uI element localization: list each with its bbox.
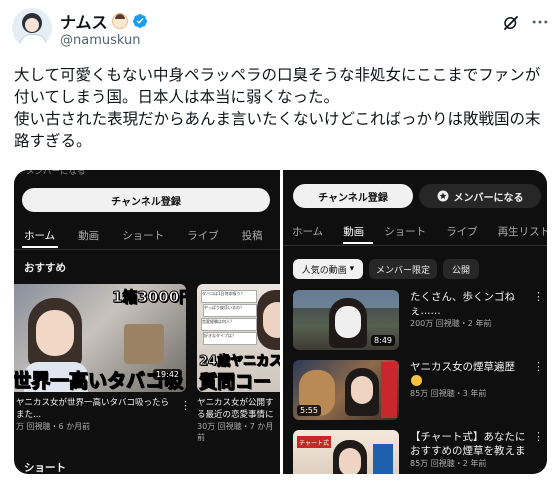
avatar[interactable] xyxy=(12,8,52,48)
question-bubble: やっぱり彼氏いるの？ xyxy=(203,304,257,317)
kebab-icon[interactable]: ⋮ xyxy=(533,360,544,373)
chevron-down-icon: ▾ xyxy=(349,264,355,274)
video-duration: 8:49 xyxy=(371,335,395,346)
chip-members-only[interactable]: メンバー限定 xyxy=(369,259,437,279)
section-shorts: ショート xyxy=(24,462,66,474)
channel-tabs: ホーム 動画 ショート ライブ 再生リスト xyxy=(292,224,547,239)
kebab-icon[interactable]: ⋮ xyxy=(533,290,544,303)
tab-underline xyxy=(22,246,58,248)
tab-shorts[interactable]: ショート xyxy=(384,224,426,239)
video-meta-2: 30万 回視聴・7 か月前 xyxy=(197,422,274,442)
video-thumbnail-1[interactable]: 1箱3000円 世界一高いタバコ吸 19:42 xyxy=(14,284,186,392)
tweet-paragraph-2: 使い古された表現だからあんま言いたくないけどこればっかりは敗戦国の末路すぎる。 xyxy=(14,110,541,150)
channel-tabs: ホーム 動画 ショート ライブ 投稿 xyxy=(24,228,263,243)
tab-shorts[interactable]: ショート xyxy=(122,228,164,243)
thumb2-overlay-top: 24歳ヤニカス xyxy=(198,354,280,370)
chip-popular[interactable]: 人気の動画 ▾ xyxy=(293,259,363,279)
subscribe-button[interactable]: チャンネル登録 xyxy=(22,188,270,212)
video-thumbnail-2[interactable]: タバコは1日何本吸う？ やっぱり彼氏いるの？ 恋愛経験は何人？ 好きなタイプは？… xyxy=(197,284,280,392)
thumb-label: チャート式 xyxy=(297,436,331,448)
face-emoji-icon xyxy=(411,375,422,386)
tab-divider xyxy=(283,245,547,246)
video-title-c[interactable]: 【チャート式】あなたにおすすめの煙草を教えます xyxy=(410,430,528,458)
tab-home[interactable]: ホーム xyxy=(292,224,323,239)
member-button[interactable]: メンバーになる xyxy=(419,184,541,208)
face-emoji-icon xyxy=(111,13,128,29)
video-thumbnail-c[interactable]: チャート式 xyxy=(293,430,399,474)
right-youtube-screenshot[interactable]: チャンネル登録 メンバーになる ホーム 動画 ショート ライブ 再生リスト 人気… xyxy=(283,170,547,474)
video-title-2[interactable]: ヤニカス女が公開する最近の恋愛事情につい... xyxy=(197,397,277,423)
section-recommended: おすすめ xyxy=(24,262,66,274)
tab-videos[interactable]: 動画 xyxy=(78,228,99,243)
tab-live[interactable]: ライブ xyxy=(187,228,219,243)
question-bubble: 好きなタイプは？ xyxy=(203,332,257,345)
left-youtube-screenshot[interactable]: メンバーになる チャンネル登録 ホーム 動画 ショート ライブ 投稿 おすすめ … xyxy=(14,170,280,474)
member-button-label: メンバーになる xyxy=(453,192,524,204)
video-title-b[interactable]: ヤニカス女の煙草遍歴 xyxy=(410,360,528,374)
tweet-text: 大して可愛くもない中身ペラッペラの口臭そうな非処女にここまでファンが付いてしまう… xyxy=(14,64,550,152)
question-bubble: タバコは1日何本吸う？ xyxy=(201,290,257,303)
video-title-a[interactable]: たくさん、歩くンゴねぇ...... xyxy=(410,290,528,318)
tab-videos[interactable]: 動画 xyxy=(343,224,364,239)
tab-playlists[interactable]: 再生リスト xyxy=(498,224,547,239)
display-name[interactable]: ナムス xyxy=(60,9,108,33)
tweet-media[interactable]: メンバーになる チャンネル登録 ホーム 動画 ショート ライブ 投稿 おすすめ … xyxy=(14,170,547,474)
chip-public[interactable]: 公開 xyxy=(443,259,479,279)
video-title-1[interactable]: ヤニカス女が世界一高いタバコ吸ったらまた... xyxy=(16,397,176,421)
more-icon[interactable] xyxy=(530,12,550,32)
thumb1-overlay-top: 1箱3000円 xyxy=(111,288,186,307)
subscribe-button[interactable]: チャンネル登録 xyxy=(293,184,413,208)
thumb2-overlay-bottom: 質問コー xyxy=(199,372,272,393)
video-meta-1: 万 回視聴・6 か月前 xyxy=(16,422,91,431)
author-name-row[interactable]: ナムス xyxy=(60,9,148,33)
tab-home[interactable]: ホーム xyxy=(24,228,55,243)
chip-popular-label: 人気の動画 xyxy=(301,265,347,276)
question-bubble: 恋愛経験は何人？ xyxy=(201,318,257,331)
star-icon xyxy=(437,190,448,202)
video-meta-b: 85万 回視聴・3 年前 xyxy=(410,389,487,398)
top-fragment: メンバーになる xyxy=(26,170,86,177)
video-duration: 19:42 xyxy=(152,369,182,380)
tab-live[interactable]: ライブ xyxy=(446,224,478,239)
kebab-icon[interactable]: ⋮ xyxy=(180,399,191,412)
tab-underline xyxy=(343,242,373,244)
tab-posts[interactable]: 投稿 xyxy=(242,228,263,243)
video-meta-c: 85万 回視聴・2 年前 xyxy=(410,459,487,468)
tab-divider xyxy=(14,249,280,250)
video-meta-a: 200万 回視聴・2 年前 xyxy=(410,319,492,328)
kebab-icon[interactable]: ⋮ xyxy=(533,430,544,443)
video-duration: 5:55 xyxy=(297,405,321,416)
tweet-paragraph-1: 大して可愛くもない中身ペラッペラの口臭そうな非処女にここまでファンが付いてしまう… xyxy=(14,66,541,106)
user-handle[interactable]: @namuskun xyxy=(60,33,141,48)
grok-icon[interactable] xyxy=(502,14,520,32)
video-thumbnail-b[interactable]: 5:55 xyxy=(293,360,399,420)
verified-badge-icon xyxy=(132,14,147,28)
video-thumbnail-a[interactable]: 8:49 xyxy=(293,290,399,350)
